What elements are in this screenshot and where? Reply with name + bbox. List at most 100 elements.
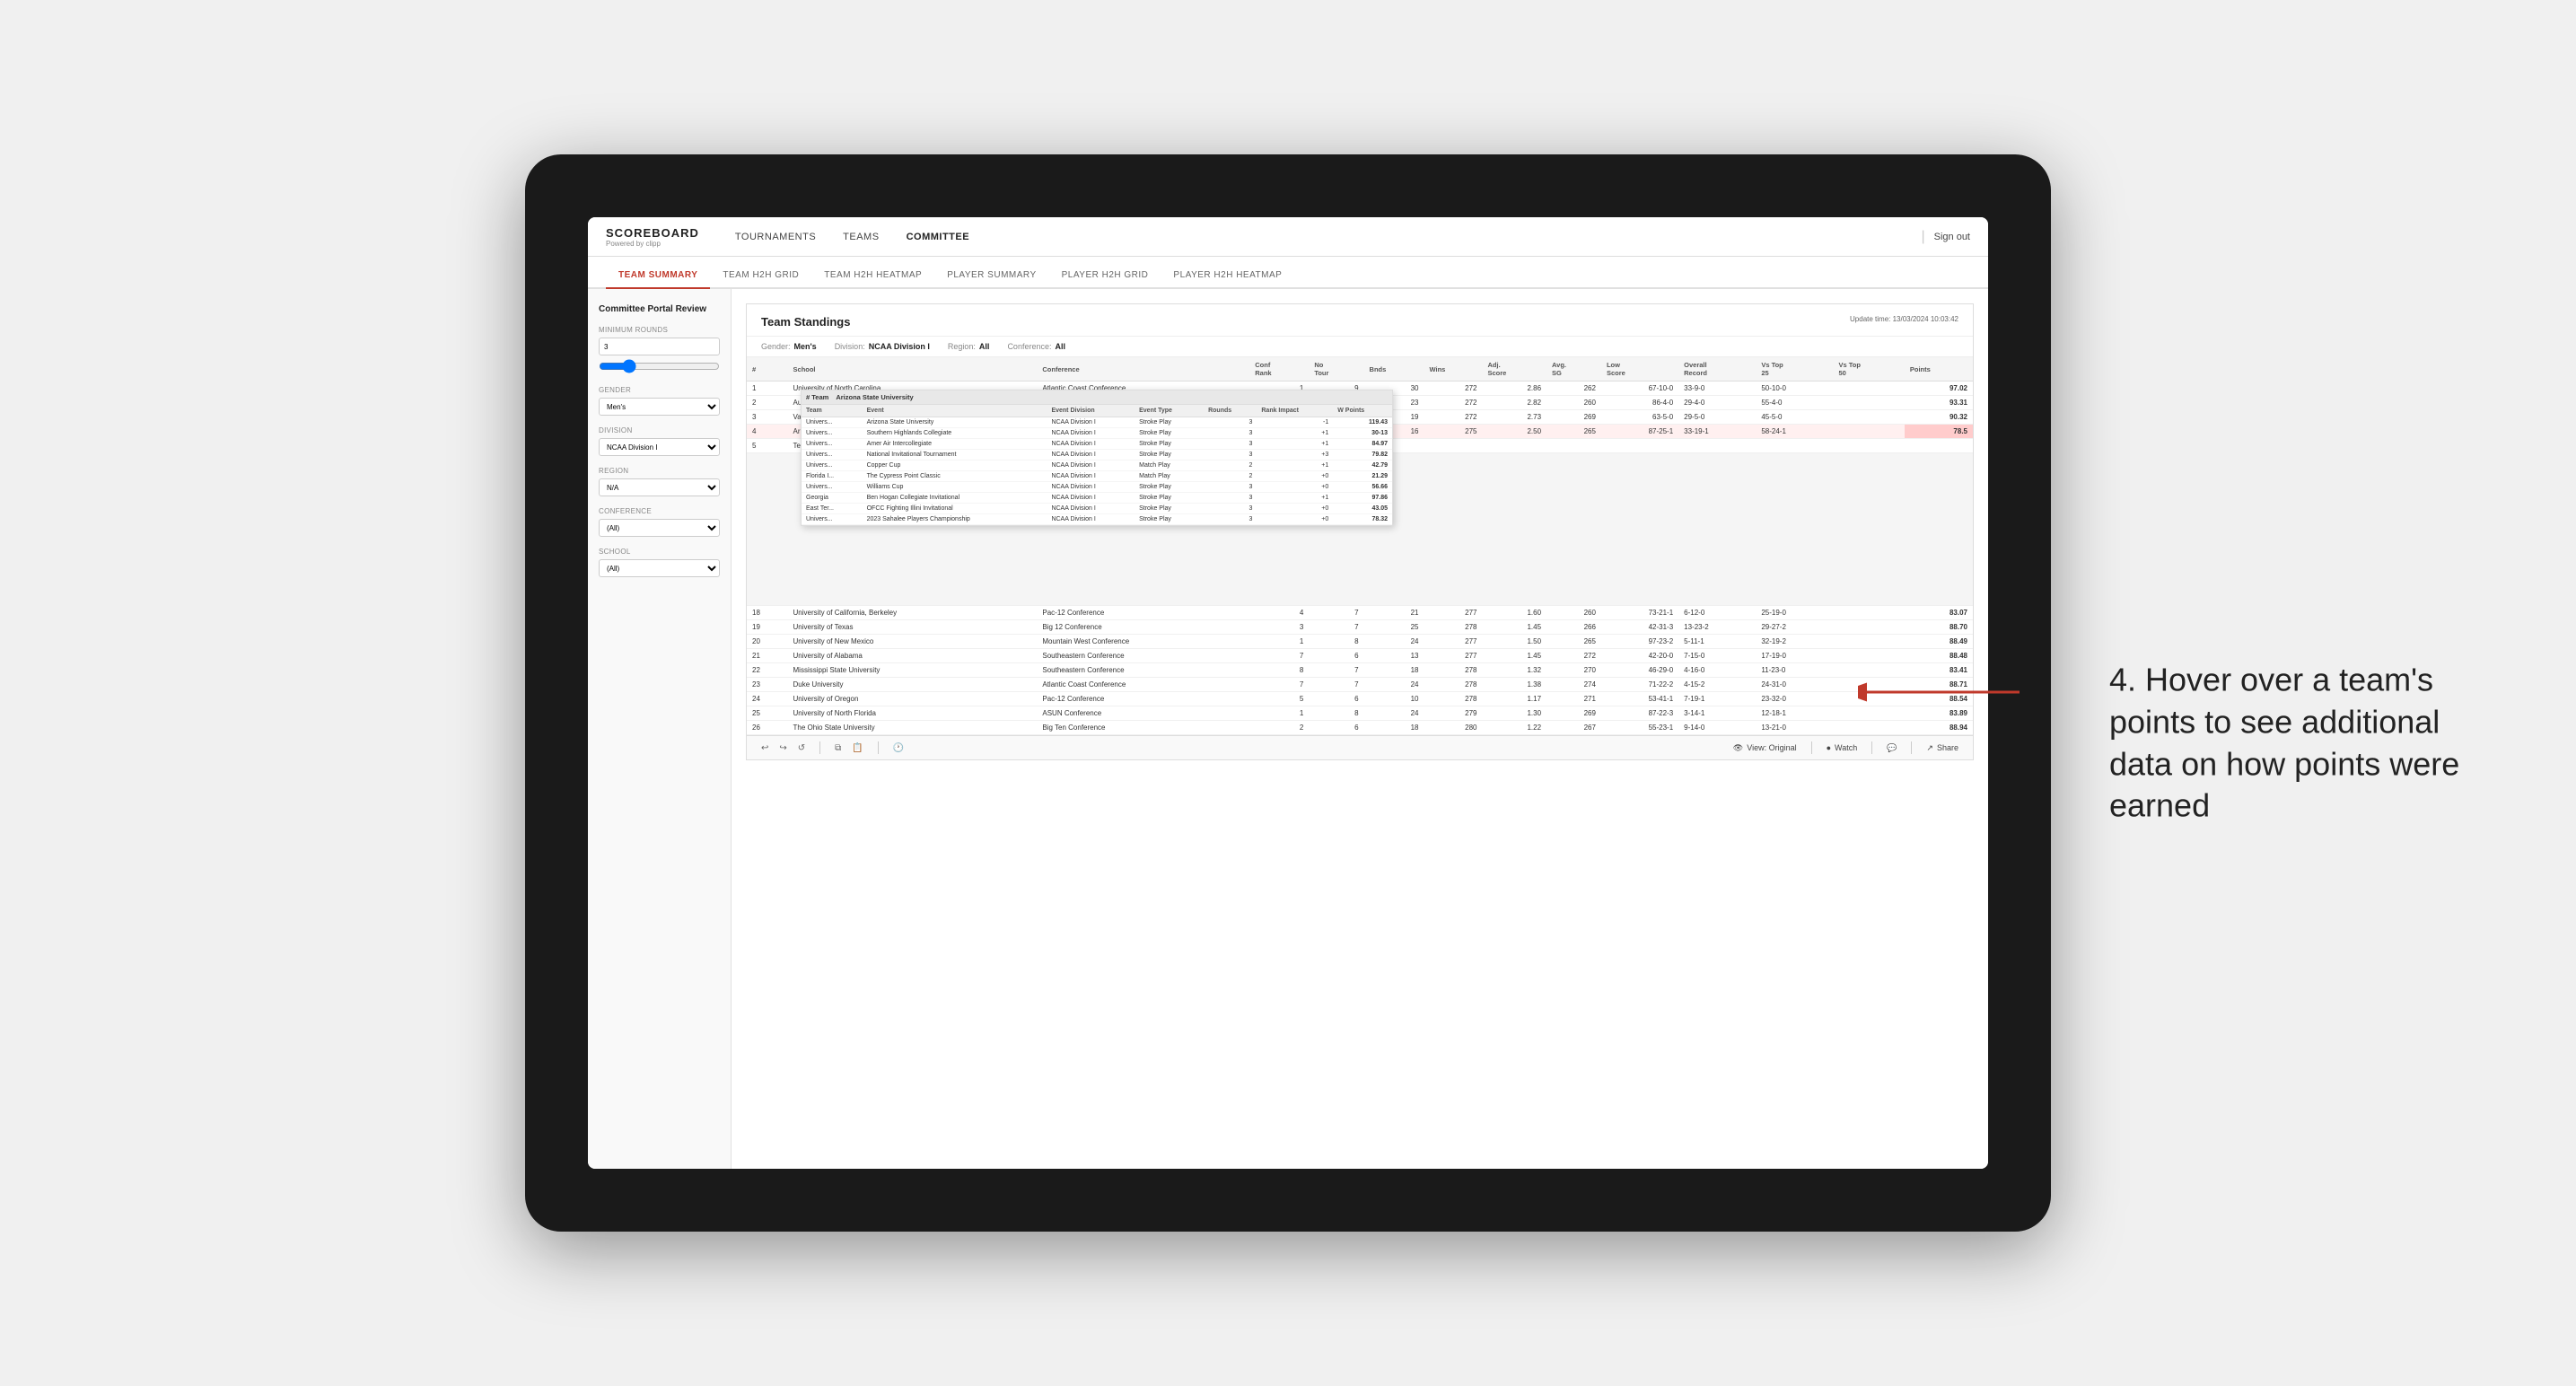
division-filter: Division: NCAA Division I: [835, 342, 930, 351]
view-label: View: Original: [1747, 743, 1796, 752]
col-vs50: Vs Top50: [1833, 357, 1904, 382]
school-label: School: [599, 548, 720, 556]
subnav-team-h2h-grid[interactable]: TEAM H2H GRID: [710, 263, 811, 289]
toolbar-sep-3: [1811, 741, 1812, 754]
tooltip-col-event: Event: [863, 405, 1047, 417]
table-row[interactable]: 23 Duke University Atlantic Coast Confer…: [747, 678, 1973, 692]
redo-icon[interactable]: ↪: [779, 743, 786, 753]
nav-teams[interactable]: TEAMS: [843, 228, 879, 246]
nav-divider: |: [1921, 229, 1924, 245]
tooltip-row: Univers... Southern Highlands Collegiate…: [802, 428, 1392, 439]
share-label: Share: [1937, 743, 1958, 752]
sidebar-division: Division NCAA Division I: [599, 426, 720, 456]
col-wins: Wins: [1424, 357, 1482, 382]
tooltip-row: Florida I... The Cypress Point Classic N…: [802, 471, 1392, 482]
conference-filter: Conference: All: [1007, 342, 1065, 351]
watch-label: Watch: [1835, 743, 1857, 752]
top-nav: SCOREBOARD Powered by clipp TOURNAMENTS …: [588, 217, 1988, 257]
view-button[interactable]: 👁 View: Original: [1733, 743, 1797, 753]
comment-icon: 💬: [1887, 743, 1897, 753]
col-conf-rank: ConfRank: [1249, 357, 1309, 382]
tooltip-row: Univers... Arizona State University NCAA…: [802, 417, 1392, 428]
table-row[interactable]: 21 University of Alabama Southeastern Co…: [747, 649, 1973, 663]
region-label: Region: [599, 467, 720, 475]
subnav-team-summary[interactable]: TEAM SUMMARY: [606, 263, 710, 289]
gender-select[interactable]: Men's: [599, 398, 720, 416]
subnav-team-h2h-heatmap[interactable]: TEAM H2H HEATMAP: [811, 263, 934, 289]
toolbar-sep-1: [819, 741, 820, 754]
report-container: Team Standings Update time: 13/03/2024 1…: [746, 303, 1974, 760]
table-row: # Team Arizona State University Team Eve…: [747, 453, 1973, 606]
table-header-row: # School Conference ConfRank NoTour Bnds…: [747, 357, 1973, 382]
tooltip-col-rank-impact: Rank Impact: [1257, 405, 1333, 417]
update-time: Update time: 13/03/2024 10:03:42: [1850, 315, 1958, 329]
division-label: Division: [599, 426, 720, 434]
paste-icon[interactable]: 📋: [852, 743, 863, 753]
sign-out-button[interactable]: Sign out: [1934, 232, 1970, 242]
col-avg-sg: Avg.SG: [1546, 357, 1601, 382]
logo-subtitle: Powered by clipp: [606, 240, 699, 248]
table-row[interactable]: 19 University of Texas Big 12 Conference…: [747, 620, 1973, 635]
col-bnds: Bnds: [1364, 357, 1424, 382]
gender-label: Gender: [599, 386, 720, 394]
tooltip-row: Univers... Amer Air Intercollegiate NCAA…: [802, 439, 1392, 450]
table-row[interactable]: 18 University of California, Berkeley Pa…: [747, 606, 1973, 620]
nav-tournaments[interactable]: TOURNAMENTS: [735, 228, 816, 246]
report-title-area: Team Standings: [761, 315, 850, 329]
sidebar-school: School (All): [599, 548, 720, 577]
tooltip-row: Univers... Copper Cup NCAA Division I Ma…: [802, 461, 1392, 471]
tooltip-col-wpoints: W Points: [1333, 405, 1392, 417]
tooltip-inner-table: Team Event Event Division Event Type Rou…: [802, 405, 1392, 525]
standings-table: # School Conference ConfRank NoTour Bnds…: [747, 357, 1973, 735]
watch-button[interactable]: ● Watch: [1827, 743, 1858, 752]
sub-nav: TEAM SUMMARY TEAM H2H GRID TEAM H2H HEAT…: [588, 257, 1988, 289]
col-no-tour: NoTour: [1309, 357, 1363, 382]
view-icon: 👁: [1733, 743, 1743, 753]
col-vs25: Vs Top25: [1756, 357, 1833, 382]
subnav-player-h2h-grid[interactable]: PLAYER H2H GRID: [1049, 263, 1161, 289]
sidebar-conference: Conference (All): [599, 507, 720, 537]
subnav-player-h2h-heatmap[interactable]: PLAYER H2H HEATMAP: [1161, 263, 1294, 289]
conference-select[interactable]: (All): [599, 519, 720, 537]
copy-icon[interactable]: ⧉: [835, 743, 841, 753]
division-filter-label: Division:: [835, 342, 865, 351]
region-select[interactable]: N/A: [599, 478, 720, 496]
tooltip-row: Univers... 2023 Sahalee Players Champion…: [802, 514, 1392, 525]
subnav-player-summary[interactable]: PLAYER SUMMARY: [934, 263, 1048, 289]
sidebar-min-rounds: Minimum Rounds: [599, 326, 720, 375]
red-arrow: [1858, 665, 2037, 719]
tooltip-row: Univers... Williams Cup NCAA Division I …: [802, 482, 1392, 493]
report-header: Team Standings Update time: 13/03/2024 1…: [747, 304, 1973, 337]
undo-icon[interactable]: ↩: [761, 743, 768, 753]
toolbar-sep-4: [1871, 741, 1872, 754]
comment-button[interactable]: 💬: [1887, 743, 1897, 753]
nav-committee[interactable]: COMMITTEE: [907, 228, 970, 246]
col-adj-score: Adj.Score: [1483, 357, 1547, 382]
share-button[interactable]: ↗ Share: [1926, 743, 1958, 753]
division-select[interactable]: NCAA Division I: [599, 438, 720, 456]
table-row[interactable]: 24 University of Oregon Pac-12 Conferenc…: [747, 692, 1973, 706]
table-row[interactable]: 20 University of New Mexico Mountain Wes…: [747, 635, 1973, 649]
min-rounds-slider[interactable]: [599, 359, 720, 373]
tooltip-row: Univers... National Invitational Tournam…: [802, 450, 1392, 461]
tooltip-row: East Ter... OFCC Fighting Illini Invitat…: [802, 504, 1392, 514]
gender-filter-label: Gender:: [761, 342, 791, 351]
logo: SCOREBOARD Powered by clipp: [606, 226, 699, 248]
table-row[interactable]: 26 The Ohio State University Big Ten Con…: [747, 721, 1973, 735]
min-rounds-input[interactable]: [599, 338, 720, 355]
clock-icon[interactable]: 🕐: [893, 743, 904, 753]
sidebar: Committee Portal Review Minimum Rounds G…: [588, 289, 732, 1169]
region-filter-label: Region:: [948, 342, 976, 351]
sidebar-gender: Gender Men's: [599, 386, 720, 416]
main-content: Committee Portal Review Minimum Rounds G…: [588, 289, 1988, 1169]
toolbar-sep-2: [878, 741, 879, 754]
table-row[interactable]: 22 Mississippi State University Southeas…: [747, 663, 1973, 678]
region-filter-value: All: [979, 342, 990, 351]
table-row[interactable]: 25 University of North Florida ASUN Conf…: [747, 706, 1973, 721]
refresh-icon[interactable]: ↺: [798, 743, 805, 753]
col-rank: #: [747, 357, 788, 382]
gender-filter: Gender: Men's: [761, 342, 817, 351]
gender-filter-value: Men's: [794, 342, 817, 351]
school-select[interactable]: (All): [599, 559, 720, 577]
conference-label: Conference: [599, 507, 720, 515]
